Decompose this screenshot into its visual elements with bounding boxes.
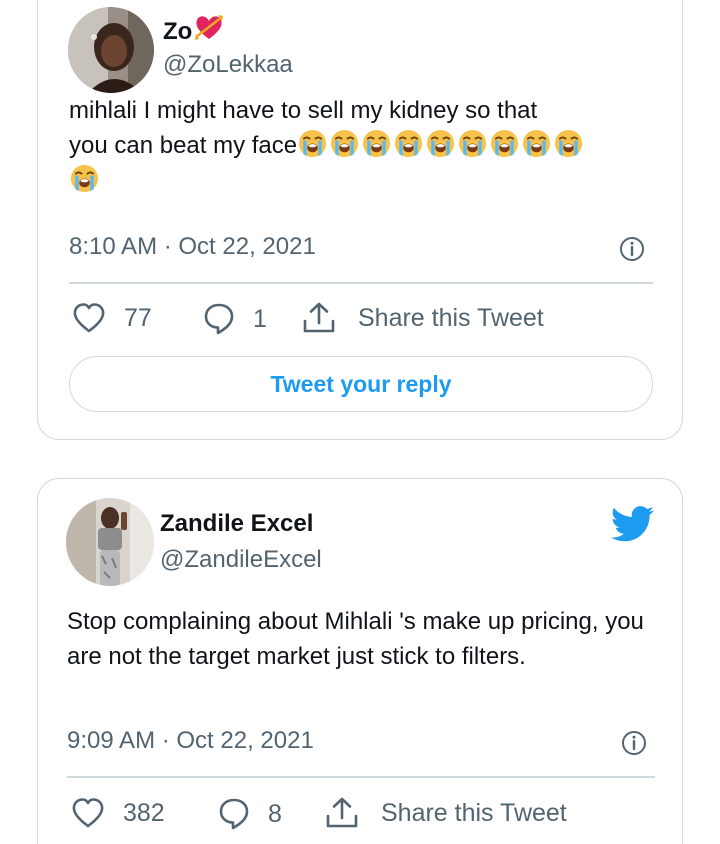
tweet-text-line <box>69 163 669 198</box>
handle[interactable]: @ZandileExcel <box>160 546 322 574</box>
tweet-text: Stop complaining about Mihlali 's make u… <box>67 608 644 670</box>
tweet-card-zolekkaa: Zo @ZoLekkaa mihlali I might have to sel… <box>37 0 683 440</box>
loudly-crying-face-icon <box>70 164 99 193</box>
loudly-crying-face-icon <box>395 129 423 158</box>
loudly-crying-face-icon <box>299 129 327 158</box>
loudly-crying-face-icon <box>491 129 519 158</box>
display-name-text: Zo <box>163 18 193 45</box>
timestamp[interactable]: 8:10 AM · Oct 22, 2021 <box>69 233 316 261</box>
twitter-bird-icon[interactable] <box>611 506 655 542</box>
loudly-crying-face-icon <box>523 129 551 158</box>
loudly-crying-face-icon <box>331 129 359 158</box>
crying-emoji-row <box>69 164 101 194</box>
display-name[interactable]: Zandile Excel <box>160 510 313 538</box>
avatar[interactable] <box>66 498 154 586</box>
like-button[interactable]: 77 <box>72 302 152 334</box>
heart-outline-icon <box>73 303 105 333</box>
tweet-text-line: mihlali I might have to sell my kidney s… <box>69 97 538 124</box>
reply-count: 1 <box>253 304 267 333</box>
reply-count-button[interactable]: 1 <box>203 302 267 336</box>
info-icon[interactable] <box>619 236 645 262</box>
tweet-text-line: you can beat my face <box>69 128 669 163</box>
crying-emoji-row <box>297 129 585 159</box>
divider <box>67 776 655 778</box>
share-button[interactable]: Share this Tweet <box>302 301 544 335</box>
display-name[interactable]: Zo <box>163 13 224 46</box>
loudly-crying-face-icon <box>427 129 455 158</box>
tweet-text: mihlali I might have to sell my kidney s… <box>69 93 669 198</box>
speech-bubble-icon <box>219 798 249 830</box>
reply-count-button[interactable]: 8 <box>218 797 282 831</box>
share-button[interactable]: Share this Tweet <box>325 796 567 830</box>
share-label: Share this Tweet <box>381 798 567 827</box>
tweet-text-fragment: you can beat my face <box>69 132 298 159</box>
loudly-crying-face-icon <box>459 129 487 158</box>
like-count: 77 <box>124 303 152 332</box>
timestamp[interactable]: 9:09 AM · Oct 22, 2021 <box>67 727 314 755</box>
heart-with-arrow-emoji-icon <box>195 15 224 40</box>
heart-outline-icon <box>72 798 104 828</box>
loudly-crying-face-icon <box>555 129 583 158</box>
tweet-your-reply-button[interactable]: Tweet your reply <box>69 356 653 412</box>
divider <box>69 282 653 284</box>
reply-count: 8 <box>268 799 282 828</box>
avatar[interactable] <box>68 7 154 93</box>
upload-share-icon <box>326 797 358 828</box>
like-count: 382 <box>123 798 165 827</box>
like-button[interactable]: 382 <box>71 797 165 829</box>
share-label: Share this Tweet <box>358 303 544 332</box>
speech-bubble-icon <box>204 303 234 335</box>
upload-share-icon <box>303 302 335 333</box>
tweet-card-zandileexcel: Zandile Excel @ZandileExcel Stop complai… <box>37 478 683 844</box>
handle[interactable]: @ZoLekkaa <box>163 51 293 79</box>
loudly-crying-face-icon <box>363 129 391 158</box>
info-icon[interactable] <box>621 730 647 756</box>
